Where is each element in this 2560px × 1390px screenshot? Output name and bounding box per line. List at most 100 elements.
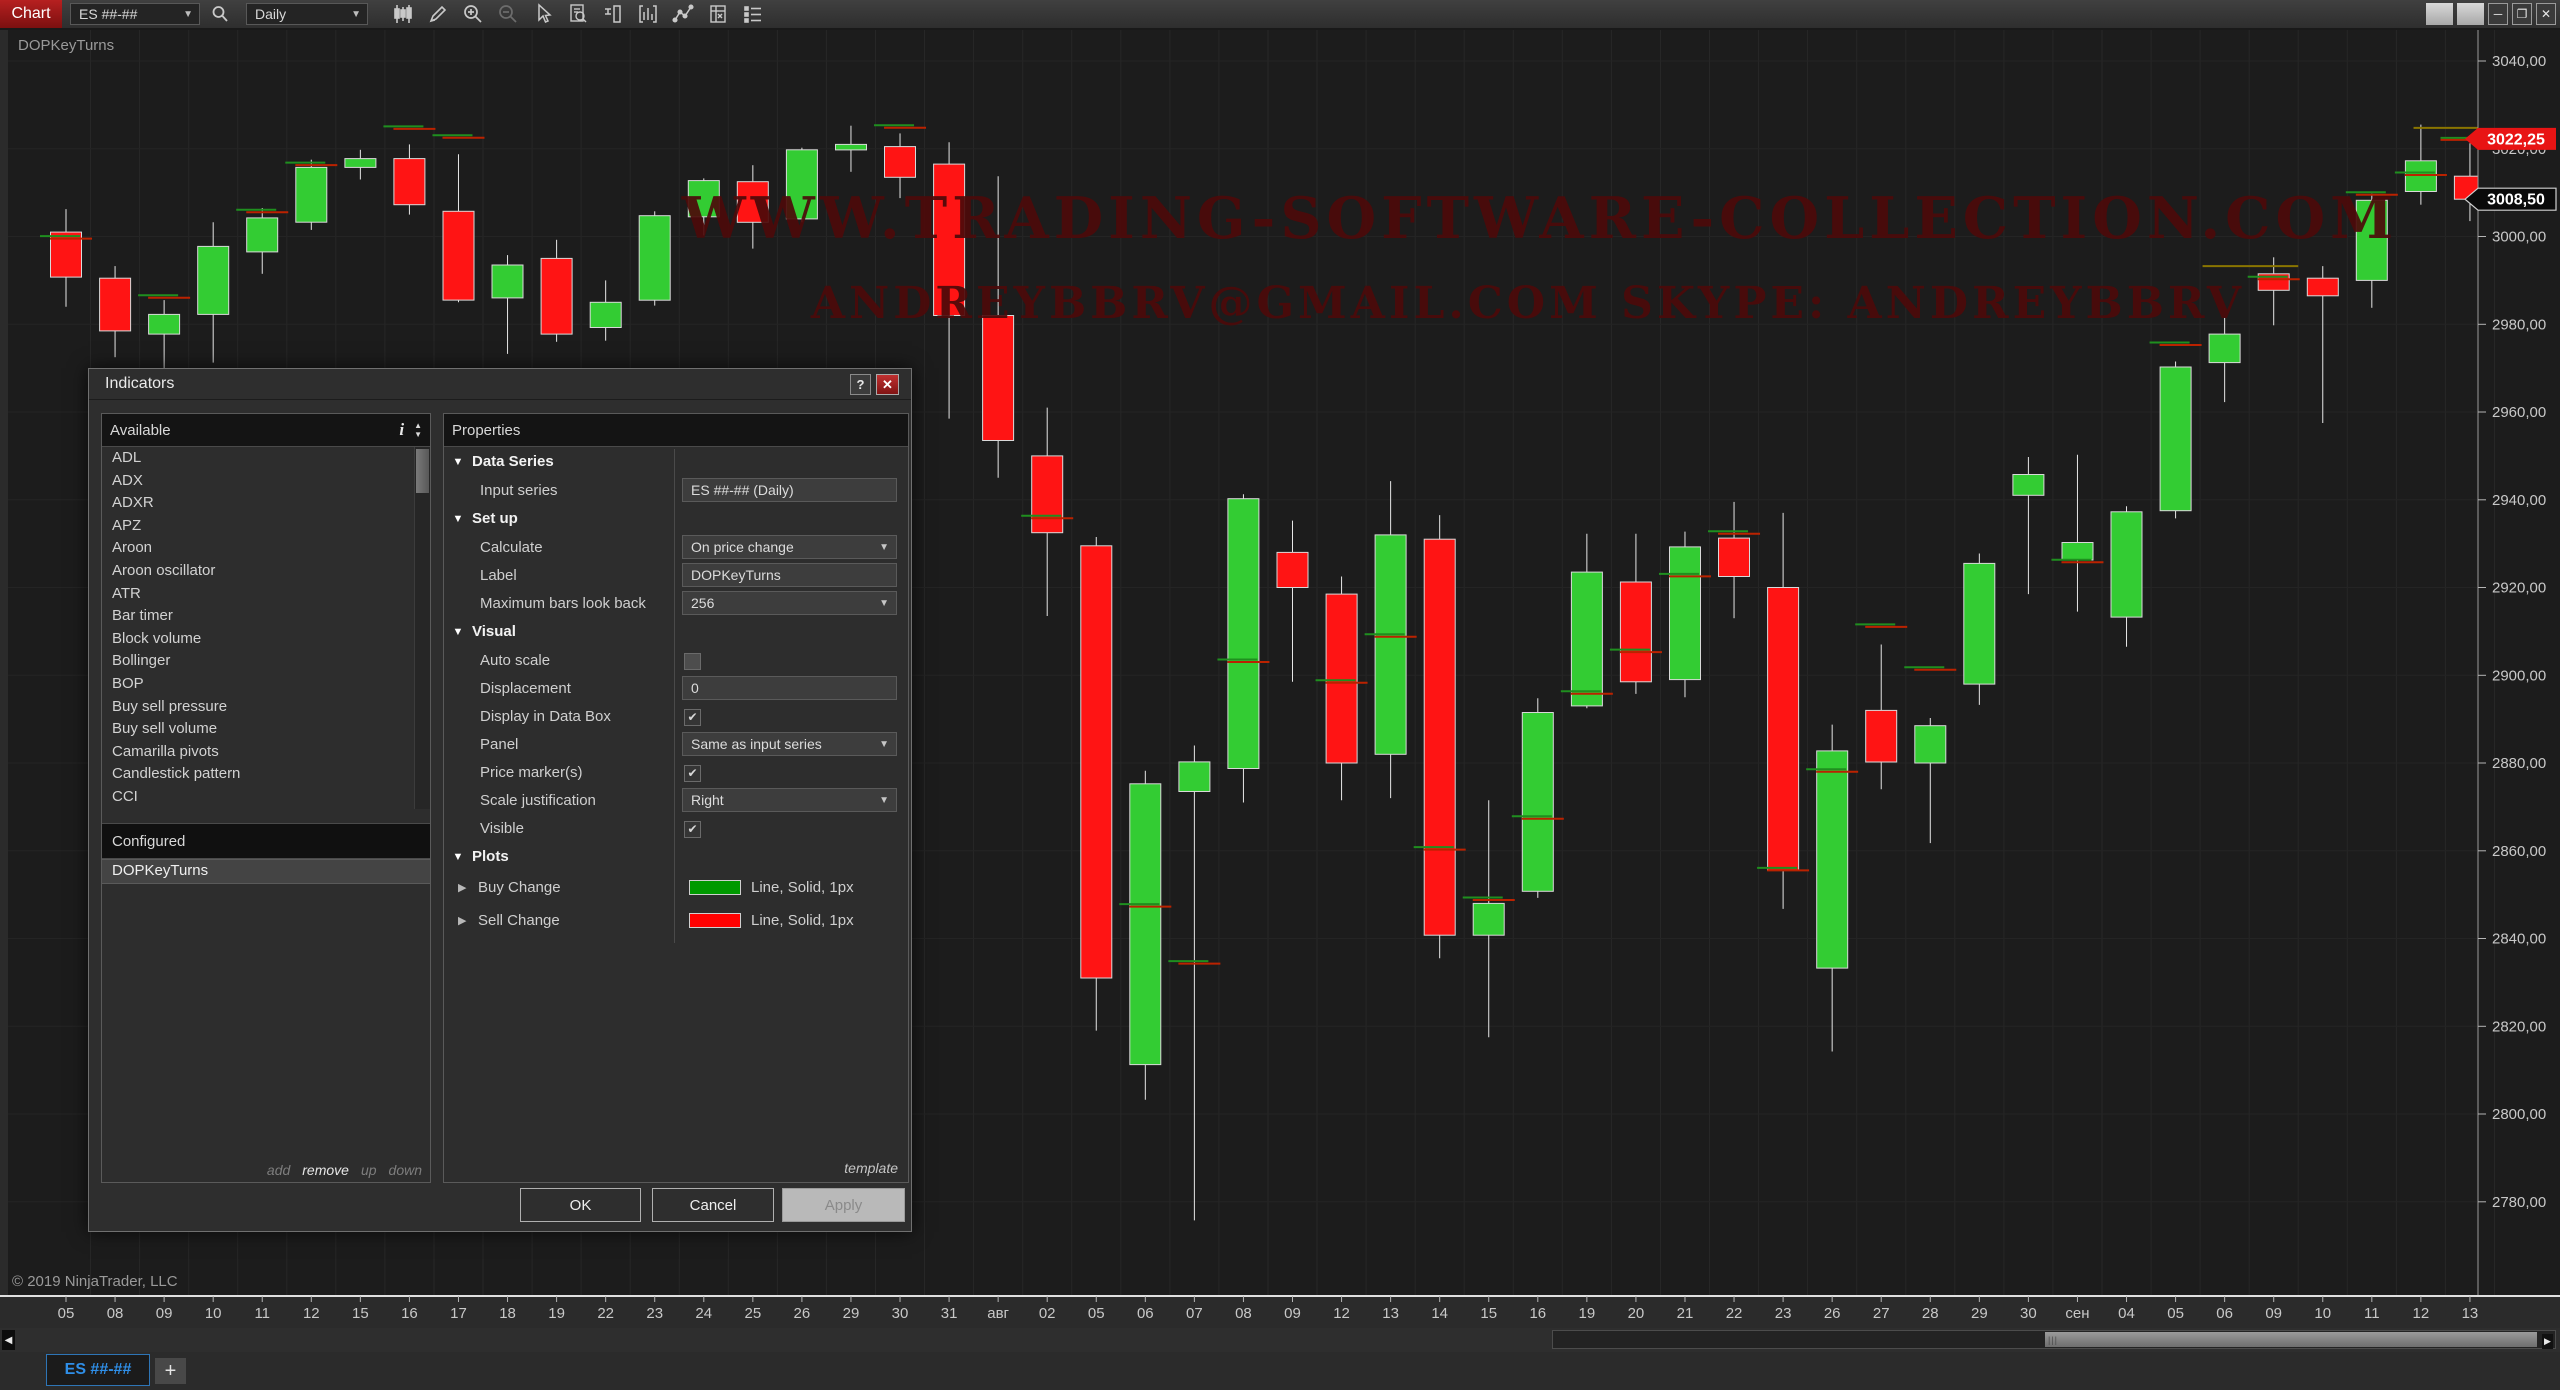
text-input[interactable]: ES ##-## (Daily)	[682, 478, 897, 502]
available-item[interactable]: CCI	[102, 786, 430, 809]
indicator-label: DOPKeyTurns	[18, 37, 114, 54]
chart-style-icon[interactable]	[391, 2, 415, 26]
svg-text:17: 17	[450, 1305, 467, 1322]
text-input[interactable]: 0	[682, 676, 897, 700]
available-item[interactable]: Aroon oscillator	[102, 560, 430, 583]
tab-es-instrument[interactable]: ES ##-##	[46, 1354, 150, 1386]
svg-text:2840,00: 2840,00	[2492, 931, 2546, 948]
scrollbar-thumb[interactable]: |||	[2045, 1332, 2537, 1347]
svg-text:09: 09	[2265, 1305, 2282, 1322]
svg-text:16: 16	[401, 1305, 418, 1322]
available-item[interactable]: APZ	[102, 515, 430, 538]
window-title-chart-button[interactable]: Chart	[0, 0, 62, 28]
property-visible: Visible✔	[444, 814, 908, 842]
indicators-icon[interactable]	[636, 2, 660, 26]
scrollbar-thumb[interactable]	[416, 449, 429, 493]
plot-color-swatch[interactable]	[689, 913, 741, 928]
text-input[interactable]: DOPKeyTurns	[682, 563, 897, 587]
chevron-down-icon: ▼	[351, 9, 361, 20]
svg-text:08: 08	[107, 1305, 124, 1322]
list-spinner[interactable]: ▲▼	[414, 423, 422, 438]
available-item[interactable]: ADL	[102, 447, 430, 470]
close-button[interactable]: ✕	[2536, 3, 2556, 25]
scroll-right-icon[interactable]: ▶	[2542, 1334, 2553, 1349]
remove-action[interactable]: remove	[302, 1162, 349, 1178]
svg-text:25: 25	[744, 1305, 761, 1322]
available-item[interactable]: Block volume	[102, 628, 430, 651]
candle	[1522, 698, 1553, 898]
copyright-label: © 2019 NinjaTrader, LLC	[12, 1273, 178, 1290]
data-box-icon[interactable]	[566, 2, 590, 26]
zoom-in-icon[interactable]	[461, 2, 485, 26]
section-plots[interactable]: ▼Plots	[444, 842, 908, 871]
svg-text:2980,00: 2980,00	[2492, 316, 2546, 333]
checkbox[interactable]: ✔	[684, 709, 701, 726]
dropdown[interactable]: Same as input series▼	[682, 732, 897, 756]
sheet-icon[interactable]	[706, 2, 730, 26]
section-set-up[interactable]: ▼Set up	[444, 504, 908, 533]
cursor-icon[interactable]	[531, 2, 555, 26]
section-data-series[interactable]: ▼Data Series	[444, 447, 908, 476]
info-icon[interactable]: i	[399, 420, 404, 440]
expand-icon[interactable]: ▶	[444, 914, 478, 927]
workspace-button[interactable]	[2457, 3, 2484, 25]
svg-text:18: 18	[499, 1305, 516, 1322]
add-tab-button[interactable]: +	[155, 1358, 186, 1384]
workspace-button[interactable]	[2426, 3, 2453, 25]
svg-text:2920,00: 2920,00	[2492, 580, 2546, 597]
section-visual[interactable]: ▼Visual	[444, 617, 908, 646]
instrument-search-icon[interactable]	[208, 2, 232, 26]
collapse-icon[interactable]: ▼	[444, 851, 472, 863]
ok-button[interactable]: OK	[520, 1188, 641, 1222]
instrument-select[interactable]: ES ##-## ▼	[70, 3, 200, 25]
list-scrollbar[interactable]	[414, 447, 430, 809]
available-item[interactable]: ATR	[102, 583, 430, 606]
svg-text:30: 30	[892, 1305, 909, 1322]
available-item[interactable]: Bollinger	[102, 650, 430, 673]
cancel-button[interactable]: Cancel	[652, 1188, 774, 1222]
configured-item[interactable]: DOPKeyTurns	[102, 859, 430, 884]
template-link[interactable]: template	[844, 1160, 898, 1176]
dropdown[interactable]: 256▼	[682, 591, 897, 615]
available-item[interactable]: Camarilla pivots	[102, 741, 430, 764]
dropdown[interactable]: On price change▼	[682, 535, 897, 559]
svg-text:07: 07	[1186, 1305, 1203, 1322]
chevron-down-icon: ▼	[879, 598, 889, 609]
restore-button[interactable]: ❐	[2512, 3, 2532, 25]
draw-icon[interactable]	[426, 2, 450, 26]
available-item[interactable]: Buy sell pressure	[102, 696, 430, 719]
plot-color-swatch[interactable]	[689, 880, 741, 895]
apply-button[interactable]: Apply	[782, 1188, 905, 1222]
toolbar-icons	[380, 2, 765, 26]
properties-icon[interactable]	[741, 2, 765, 26]
available-item[interactable]: ADXR	[102, 492, 430, 515]
horizontal-scrollbar[interactable]: ||| ▶	[1552, 1330, 2556, 1349]
period-select[interactable]: Daily ▼	[246, 3, 368, 25]
available-item[interactable]: ADX	[102, 470, 430, 493]
close-icon[interactable]: ✕	[876, 374, 899, 395]
svg-text:19: 19	[1579, 1305, 1596, 1322]
help-icon[interactable]: ?	[850, 374, 871, 395]
checkbox[interactable]: ✔	[684, 765, 701, 782]
collapse-icon[interactable]: ▼	[444, 456, 472, 468]
available-item[interactable]: Aroon	[102, 537, 430, 560]
candle	[1424, 515, 1455, 958]
available-item[interactable]: Buy sell volume	[102, 718, 430, 741]
chevron-down-icon: ▼	[183, 9, 193, 20]
strategies-icon[interactable]	[671, 2, 695, 26]
window-controls: ─ ❐ ✕	[2426, 3, 2556, 25]
minimize-button[interactable]: ─	[2488, 3, 2508, 25]
collapse-icon[interactable]: ▼	[444, 513, 472, 525]
available-item[interactable]: Candlestick pattern	[102, 763, 430, 786]
scroll-left-icon[interactable]: ◀	[2, 1330, 15, 1350]
collapse-icon[interactable]: ▼	[444, 626, 472, 638]
checkbox[interactable]	[684, 653, 701, 670]
dropdown[interactable]: Right▼	[682, 788, 897, 812]
dialog-title[interactable]: Indicators	[89, 369, 911, 400]
expand-icon[interactable]: ▶	[444, 881, 478, 894]
property-scale-justification: Scale justificationRight▼	[444, 786, 908, 814]
checkbox[interactable]: ✔	[684, 821, 701, 838]
available-item[interactable]: Bar timer	[102, 605, 430, 628]
chart-trader-icon[interactable]	[601, 2, 625, 26]
available-item[interactable]: BOP	[102, 673, 430, 696]
